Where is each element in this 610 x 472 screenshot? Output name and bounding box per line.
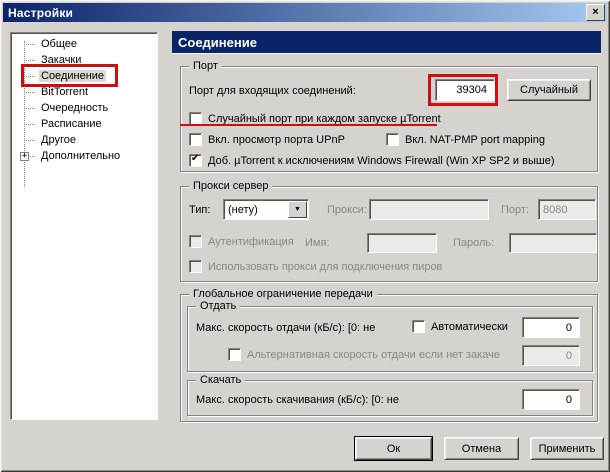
sidebar-item-connection[interactable]: Соединение — [11, 68, 157, 84]
rate-limit-group: Глобальное ограничение передачи Отдать М… — [180, 287, 598, 422]
incoming-port-label: Порт для входящих соединений: — [189, 85, 356, 97]
sidebar-item-general[interactable]: Общее — [11, 36, 157, 52]
download-group: Скачать Макс. скорость скачивания (кБ/с)… — [187, 373, 593, 416]
upload-alt-input — [522, 345, 580, 366]
sidebar-item-queueing[interactable]: Очередность — [11, 100, 157, 116]
proxy-username-input — [367, 233, 437, 253]
upload-group-title: Отдать — [196, 299, 241, 313]
cancel-button[interactable]: Отмена — [444, 437, 519, 460]
checkbox-box — [189, 112, 202, 125]
proxy-group: Прокси сервер Тип: (нету) ▼ Прокси: Порт… — [180, 179, 598, 282]
proxy-type-select[interactable]: (нету) ▼ — [223, 199, 309, 220]
download-group-title: Скачать — [196, 373, 246, 387]
proxy-type-label: Тип: — [189, 204, 211, 216]
checkbox-box — [386, 133, 399, 146]
checkbox-upload-alt: Альтернативная скорость отдачи если нет … — [228, 348, 500, 361]
sidebar-item-scheduler[interactable]: Расписание — [11, 116, 157, 132]
checkbox-upnp[interactable]: Вкл. просмотр порта UPnP — [189, 133, 345, 146]
upload-max-input[interactable] — [522, 317, 580, 338]
close-icon: × — [592, 6, 599, 18]
checkbox-box — [189, 133, 202, 146]
checkbox-box — [189, 260, 202, 273]
port-group-title: Порт — [189, 59, 222, 73]
checkbox-box — [189, 235, 202, 248]
checkbox-random-port-on-start[interactable]: Случайный порт при каждом запуске µTorre… — [189, 112, 441, 125]
window-title: Настройки — [8, 5, 74, 20]
checkbox-proxy-peers: Использовать прокси для подключения пиро… — [189, 260, 442, 273]
checkbox-checked-icon — [189, 153, 202, 167]
proxy-password-label: Пароль: — [453, 237, 495, 249]
title-bar[interactable]: Настройки — [3, 3, 607, 22]
sidebar-item-other[interactable]: Другое — [11, 132, 157, 148]
sidebar-item-bittorrent[interactable]: BitTorrent — [11, 84, 157, 100]
proxy-group-title: Прокси сервер — [189, 179, 273, 193]
proxy-host-label: Прокси: — [327, 204, 367, 216]
checkbox-upload-auto[interactable]: Автоматически — [412, 320, 508, 333]
dropdown-arrow-icon[interactable]: ▼ — [288, 201, 307, 218]
checkbox-box — [228, 348, 241, 361]
proxy-port-input — [538, 199, 596, 220]
close-button[interactable]: × — [586, 4, 605, 21]
proxy-port-label: Порт: — [501, 204, 529, 216]
download-max-label: Макс. скорость скачивания (кБ/с): [0: не — [196, 394, 399, 406]
download-max-input[interactable] — [522, 389, 580, 410]
tree-expand-icon[interactable]: + — [20, 152, 29, 161]
settings-dialog: Настройки × Общее Закачки Соединение Bit… — [0, 0, 610, 472]
checkbox-natpmp[interactable]: Вкл. NAT-PMP port mapping — [386, 133, 545, 146]
apply-button[interactable]: Применить — [530, 437, 604, 460]
incoming-port-input[interactable] — [435, 79, 495, 101]
page-title: Соединение — [172, 31, 601, 54]
proxy-username-label: Имя: — [305, 237, 330, 249]
settings-tree: Общее Закачки Соединение BitTorrent Очер… — [10, 32, 158, 420]
checkbox-firewall-exception[interactable]: Доб. µTorrent к исключениям Windows Fire… — [189, 153, 554, 167]
random-port-button[interactable]: Случайный — [507, 79, 591, 101]
ok-button[interactable]: Ок — [354, 436, 433, 461]
sidebar-item-advanced[interactable]: + Дополнительно — [11, 148, 157, 164]
proxy-host-input — [369, 199, 489, 220]
proxy-type-value: (нету) — [228, 203, 258, 216]
upload-group: Отдать Макс. скорость отдачи (кБ/с): [0:… — [187, 299, 593, 372]
checkbox-proxy-auth: Аутентификация — [189, 235, 294, 248]
checkbox-box — [412, 320, 425, 333]
port-group: Порт Порт для входящих соединений: Случа… — [180, 59, 598, 172]
proxy-password-input — [509, 233, 597, 253]
upload-max-label: Макс. скорость отдачи (кБ/с): [0: не — [196, 322, 376, 334]
sidebar-item-downloads[interactable]: Закачки — [11, 52, 157, 68]
